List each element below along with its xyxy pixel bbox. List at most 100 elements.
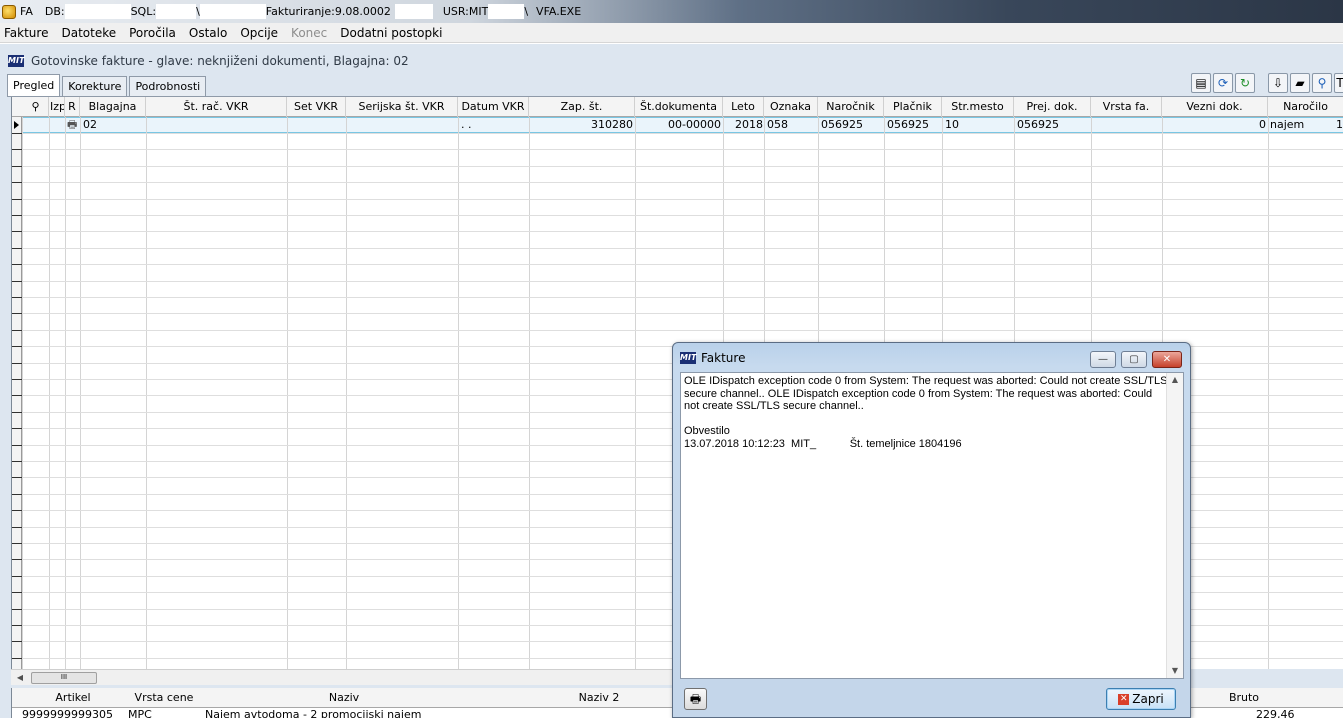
dialog-title: MIT Fakture <box>680 351 745 365</box>
grid-row-line <box>12 281 1343 282</box>
row-tick <box>12 215 22 216</box>
reload-icon[interactable]: ↻ <box>1235 73 1255 93</box>
grid-row-line <box>12 199 1343 200</box>
row-tick <box>12 625 22 626</box>
open-folder-icon[interactable]: ▰ <box>1290 73 1310 93</box>
grid-row-line <box>12 215 1343 216</box>
col-str-mesto[interactable]: Str.mesto <box>942 97 1014 117</box>
row-tick <box>12 199 22 200</box>
cell-artikel: 9999999999305 <box>22 708 113 718</box>
grid-horizontal-scrollbar[interactable]: ◀ III <box>11 669 674 685</box>
refresh-icon[interactable]: ⟳ <box>1213 73 1233 93</box>
col-r[interactable]: R <box>65 97 80 117</box>
cell-vezni-dok: 0 <box>1259 118 1266 131</box>
col-zap-st[interactable]: Zap. št. <box>529 97 635 117</box>
grid-row-line <box>12 297 1343 298</box>
maximize-icon[interactable]: ▢ <box>1121 351 1147 368</box>
col-serijska-st-vkr[interactable]: Serijska št. VKR <box>346 97 458 117</box>
grid-row-line <box>12 133 1343 134</box>
grid-header: ⚲ Izp. R Blagajna Št. rač. VKR Set VKR S… <box>12 97 1343 117</box>
find-icon[interactable]: ⚲ <box>1312 73 1332 93</box>
row-tick <box>12 379 22 380</box>
zapri-button[interactable]: ✕ Zapri <box>1106 688 1176 710</box>
cell-naziv: Najem avtodoma - 2 promocijski najem <box>205 708 422 718</box>
grid-row-line <box>12 264 1343 265</box>
title-user: USR:MIT <box>442 5 489 18</box>
row-tick <box>12 264 22 265</box>
cell-prej-dok: 056925 <box>1017 118 1059 131</box>
cell-overflow: 13 <box>1336 118 1343 131</box>
col-izp[interactable]: Izp. <box>49 97 65 117</box>
title-exe: VFA.EXE <box>536 5 582 18</box>
menu-ostalo[interactable]: Ostalo <box>189 26 227 40</box>
redacted-user <box>488 4 525 19</box>
col-prej-dok[interactable]: Prej. dok. <box>1014 97 1091 117</box>
tab-pregled[interactable]: Pregled <box>7 74 61 96</box>
scroll-down-icon[interactable]: ▼ <box>1167 664 1183 678</box>
col-st-dokumenta[interactable]: Št.dokumenta <box>635 97 723 117</box>
message-vertical-scrollbar[interactable]: ▲ ▼ <box>1166 373 1183 678</box>
zapri-label: Zapri <box>1132 692 1164 706</box>
title-exe-sep: \ <box>524 5 529 18</box>
cell-placnik: 056925 <box>887 118 929 131</box>
cell-blagajna: 02 <box>83 118 97 131</box>
menu-datoteke[interactable]: Datoteke <box>61 26 116 40</box>
col-datum-vkr[interactable]: Datum VKR <box>458 97 529 117</box>
form-title: MIT Gotovinske fakture - glave: neknjiže… <box>8 52 409 70</box>
col-vrsta-cene[interactable]: Vrsta cene <box>124 688 204 708</box>
col-narocilo[interactable]: Naročilo <box>1268 97 1343 117</box>
row-tick <box>12 641 22 642</box>
printer-icon: 🖶 <box>67 118 78 131</box>
message-textbox[interactable]: OLE IDispatch exception code 0 from Syst… <box>680 372 1184 679</box>
close-icon[interactable]: ✕ <box>1152 351 1182 368</box>
grid-row-line <box>12 182 1343 183</box>
row-tick <box>12 149 22 150</box>
tab-podrobnosti[interactable]: Podrobnosti <box>129 76 207 96</box>
document-icon[interactable]: ▤ <box>1191 73 1211 93</box>
col-blagajna[interactable]: Blagajna <box>80 97 146 117</box>
col-narocnik[interactable]: Naročnik <box>818 97 884 117</box>
col-bruto[interactable]: Bruto <box>1212 688 1276 708</box>
menu-fakture[interactable]: Fakture <box>4 26 48 40</box>
menu-opcije[interactable]: Opcije <box>240 26 278 40</box>
col-vezni-dok[interactable]: Vezni dok. <box>1162 97 1268 117</box>
col-placnik[interactable]: Plačnik <box>884 97 942 117</box>
print-button[interactable]: 🖶 <box>684 688 707 710</box>
grid-row-line <box>12 313 1343 314</box>
cell-narocilo: najem <box>1270 118 1305 131</box>
minimize-icon[interactable]: — <box>1090 351 1116 368</box>
scroll-thumb[interactable]: III <box>31 672 97 684</box>
close-x-icon: ✕ <box>1118 693 1130 705</box>
mit-logo-icon: MIT <box>8 55 25 67</box>
col-naziv[interactable]: Naziv <box>204 688 484 708</box>
col-oznaka[interactable]: Oznaka <box>764 97 818 117</box>
import-icon[interactable]: ⇩ <box>1268 73 1288 93</box>
col-artikel[interactable]: Artikel <box>22 688 124 708</box>
current-row-arrow-icon <box>14 121 19 129</box>
col-vrsta-fa[interactable]: Vrsta fa. <box>1091 97 1162 117</box>
col-st-rac-vkr[interactable]: Št. rač. VKR <box>146 97 287 117</box>
scroll-up-icon[interactable]: ▲ <box>1167 373 1183 387</box>
menu-porocila[interactable]: Poročila <box>129 26 176 40</box>
app-icon <box>2 4 16 19</box>
tab-korekture[interactable]: Korekture <box>62 76 128 96</box>
col-set-vkr[interactable]: Set VKR <box>287 97 346 117</box>
cell-oznaka: 058 <box>767 118 788 131</box>
tab-korekture-label: Korekture <box>68 80 122 93</box>
menu-dodatni-postopki[interactable]: Dodatni postopki <box>340 26 442 40</box>
row-tick <box>12 412 22 413</box>
row-tick <box>12 363 22 364</box>
title-sql-label: SQL: <box>130 5 157 18</box>
col-leto[interactable]: Leto <box>723 97 764 117</box>
filter-icon[interactable]: T <box>1334 73 1343 93</box>
scroll-left-icon[interactable]: ◀ <box>13 672 27 684</box>
cell-str-mesto: 10 <box>945 118 959 131</box>
attachment-icon[interactable]: ⚲ <box>23 97 49 117</box>
grid-row-line <box>12 330 1343 331</box>
row-tick <box>12 281 22 282</box>
grid-row-line <box>12 149 1343 150</box>
cell-vrsta-cene: MPC <box>128 708 152 718</box>
menu-konec[interactable]: Konec <box>291 26 327 40</box>
menu-bar: Fakture Datoteke Poročila Ostalo Opcije … <box>0 23 1343 43</box>
title-version: Fakturiranje:9.08.0002 <box>265 5 391 18</box>
